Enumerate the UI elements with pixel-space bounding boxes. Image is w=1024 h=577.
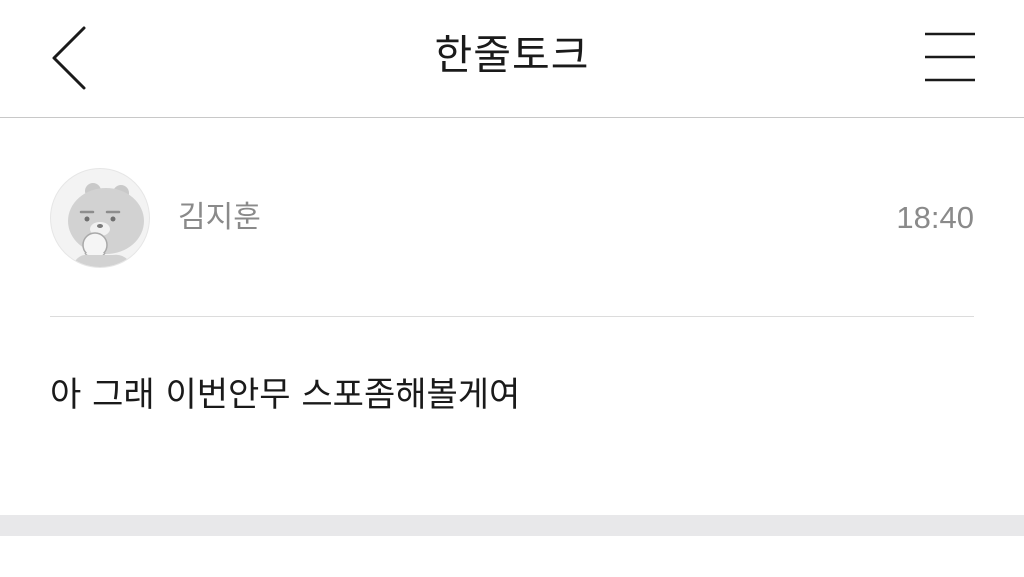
avatar[interactable] (50, 168, 150, 268)
message-text: 아 그래 이번안무 스포좀해볼게여 (50, 375, 521, 415)
section-separator (0, 515, 1024, 536)
menu-button[interactable] (918, 24, 982, 88)
post-timestamp: 18:40 (896, 200, 974, 235)
post-header: 김지훈 18:40 (50, 168, 974, 268)
top-nav-bar: 한줄토크 (0, 0, 1024, 118)
bear-avatar-icon (68, 183, 144, 267)
hamburger-menu-icon (925, 32, 975, 82)
divider (50, 316, 974, 317)
page-title: 한줄토크 (434, 31, 590, 79)
author-name: 김지훈 (178, 200, 261, 235)
page: 한줄토크 김지훈 18:40 아 그래 이번안무 스포좀해볼게여 (0, 0, 1024, 577)
